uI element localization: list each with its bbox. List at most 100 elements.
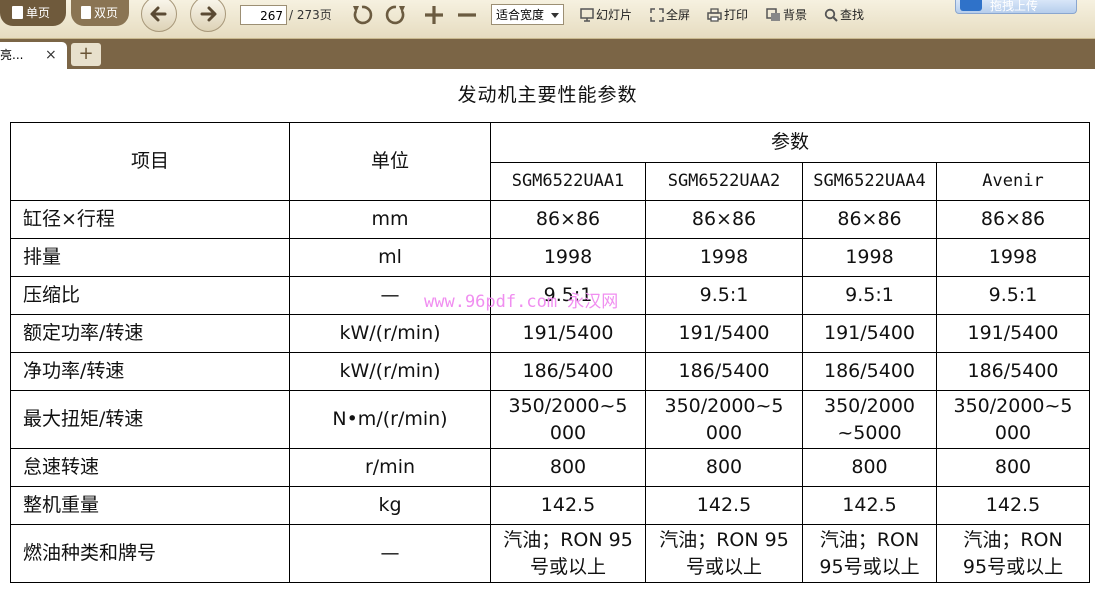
arrow-left-icon <box>150 6 167 22</box>
close-icon[interactable]: × <box>45 42 57 69</box>
zoom-out-button[interactable] <box>455 2 479 28</box>
header-item: 项目 <box>10 122 290 201</box>
new-tab-button[interactable]: + <box>71 43 101 66</box>
print-button[interactable]: 打印 <box>707 5 748 25</box>
row-value: 800 <box>645 448 803 487</box>
row-value: 汽油；RON 95 号或以上 <box>490 524 646 583</box>
row-value: 86×86 <box>802 200 937 239</box>
row-value: 350/2000~5 000 <box>490 390 646 449</box>
row-value: 191/5400 <box>645 314 803 353</box>
minus-icon <box>458 13 476 17</box>
zoom-select[interactable]: 适合宽度 <box>491 4 564 25</box>
printer-icon <box>707 8 722 22</box>
engine-spec-table: 项目 单位 参数 SGM6522UAA1 SGM6522UAA2 SGM6522… <box>10 122 1091 583</box>
print-label: 打印 <box>724 8 749 22</box>
table-row: 压缩比 —9.5:1 9.5:1 9.5:1 9.5:1 <box>10 276 1091 315</box>
row-item-label: 排量 <box>10 238 290 277</box>
row-value: 186/5400 <box>935 352 1091 391</box>
row-unit: ml <box>289 238 491 277</box>
background-button[interactable]: 背景 <box>766 5 807 25</box>
table-row: 最大扭矩/转速 N•m/(r/min) 350/2000~5 000 350/2000… <box>10 390 1091 449</box>
slideshow-label: 幻灯片 <box>596 8 633 22</box>
row-value: 191/5400 <box>802 314 937 353</box>
row-value: 9.5:1 <box>802 276 937 315</box>
header-model: SGM6522UAA1 <box>490 162 646 201</box>
row-value: 汽油；RON 95号或以上 <box>802 524 937 583</box>
row-value: 1998 <box>645 238 803 277</box>
slideshow-icon <box>580 8 594 22</box>
table-row: 净功率/转速 kW/(r/min) 186/5400 186/5400 186/5400… <box>10 352 1091 391</box>
row-item-label: 净功率/转速 <box>10 352 290 391</box>
page-icon <box>12 6 23 19</box>
row-unit: — <box>289 276 491 315</box>
row-item-label: 压缩比 <box>10 276 290 315</box>
arrow-right-icon <box>200 6 217 22</box>
header-unit: 单位 <box>289 122 491 201</box>
search-icon <box>824 8 838 22</box>
fullscreen-icon <box>650 8 664 22</box>
chevron-down-icon <box>551 13 559 18</box>
rotate-right-icon <box>385 5 405 25</box>
row-value: 186/5400 <box>802 352 937 391</box>
page-total: / 273页 <box>289 8 332 22</box>
rotate-left-icon <box>353 5 373 25</box>
table-row: 排量 ml 1998 1998 1998 1998 <box>10 238 1091 277</box>
cloud-icon <box>960 0 982 11</box>
table-row: 缸径×行程 mm 86×86 86×86 86×86 86×86 <box>10 200 1091 239</box>
row-value: 186/5400 <box>490 352 646 391</box>
row-value: 350/2000~5 000 <box>645 390 803 449</box>
dual-page-label: 双页 <box>94 6 119 20</box>
row-value: 1998 <box>490 238 646 277</box>
fullscreen-label: 全屏 <box>666 8 691 22</box>
next-page-button[interactable] <box>190 0 226 32</box>
background-label: 背景 <box>783 8 808 22</box>
row-value: 9.5:1 <box>645 276 803 315</box>
header-params: 参数 <box>489 122 1091 163</box>
row-unit: kW/(r/min) <box>289 314 491 353</box>
row-value: 86×86 <box>490 200 646 239</box>
row-value: 142.5 <box>645 486 803 525</box>
background-icon <box>766 8 780 21</box>
previous-page-button[interactable] <box>141 0 177 32</box>
table-row: 整机重量 kg 142.5 142.5 142.5 142.5 <box>10 486 1091 525</box>
row-item-label: 燃油种类和牌号 <box>10 524 290 583</box>
tab-label: 亮... <box>0 48 24 62</box>
table-row: 怠速转速 r/min 800 800 800 800 <box>10 448 1091 487</box>
zoom-in-button[interactable] <box>422 2 446 28</box>
page-number-input[interactable]: 267 <box>240 5 287 25</box>
row-value: 142.5 <box>935 486 1091 525</box>
rotate-left-button[interactable] <box>350 2 374 28</box>
dual-page-button[interactable]: 双页 <box>71 0 129 26</box>
row-unit: mm <box>289 200 491 239</box>
row-value: 186/5400 <box>645 352 803 391</box>
row-unit: — <box>289 524 491 583</box>
single-page-button[interactable]: 单页 <box>0 0 66 26</box>
row-value: 191/5400 <box>490 314 646 353</box>
row-value: 350/2000 ~5000 <box>802 390 937 449</box>
header-model: Avenir <box>935 162 1091 201</box>
row-value: 142.5 <box>802 486 937 525</box>
single-page-label: 单页 <box>26 6 51 20</box>
row-value: 142.5 <box>490 486 646 525</box>
table-row: 燃油种类和牌号 — 汽油；RON 95 号或以上 汽油；RON 95 号或以上 汽油；R… <box>10 524 1091 583</box>
row-value: 86×86 <box>645 200 803 239</box>
tab-strip: 亮... × + <box>0 39 1095 69</box>
find-label: 查找 <box>840 8 865 22</box>
row-unit: r/min <box>289 448 491 487</box>
table-row: 额定功率/转速 kW/(r/min) 191/5400 191/5400 191/540… <box>10 314 1091 353</box>
toolbar: 单页 双页 267 / 273页 适合宽度 幻灯片 全屏 打印 背景 查找 拖拽… <box>0 0 1095 39</box>
row-item-label: 最大扭矩/转速 <box>10 390 290 449</box>
row-item-label: 额定功率/转速 <box>10 314 290 353</box>
row-value: 1998 <box>802 238 937 277</box>
rotate-right-button[interactable] <box>384 2 408 28</box>
fullscreen-button[interactable]: 全屏 <box>650 5 690 25</box>
tab-document[interactable]: 亮... × <box>0 42 67 69</box>
slideshow-button[interactable]: 幻灯片 <box>580 5 632 25</box>
row-value: 1998 <box>935 238 1091 277</box>
drag-upload-button[interactable]: 拖拽上传 <box>955 0 1077 14</box>
row-value: 800 <box>802 448 937 487</box>
row-value: 9.5:1 <box>490 276 646 315</box>
row-value: 86×86 <box>935 200 1091 239</box>
row-value: 汽油；RON 95 号或以上 <box>645 524 803 583</box>
find-button[interactable]: 查找 <box>824 5 864 25</box>
